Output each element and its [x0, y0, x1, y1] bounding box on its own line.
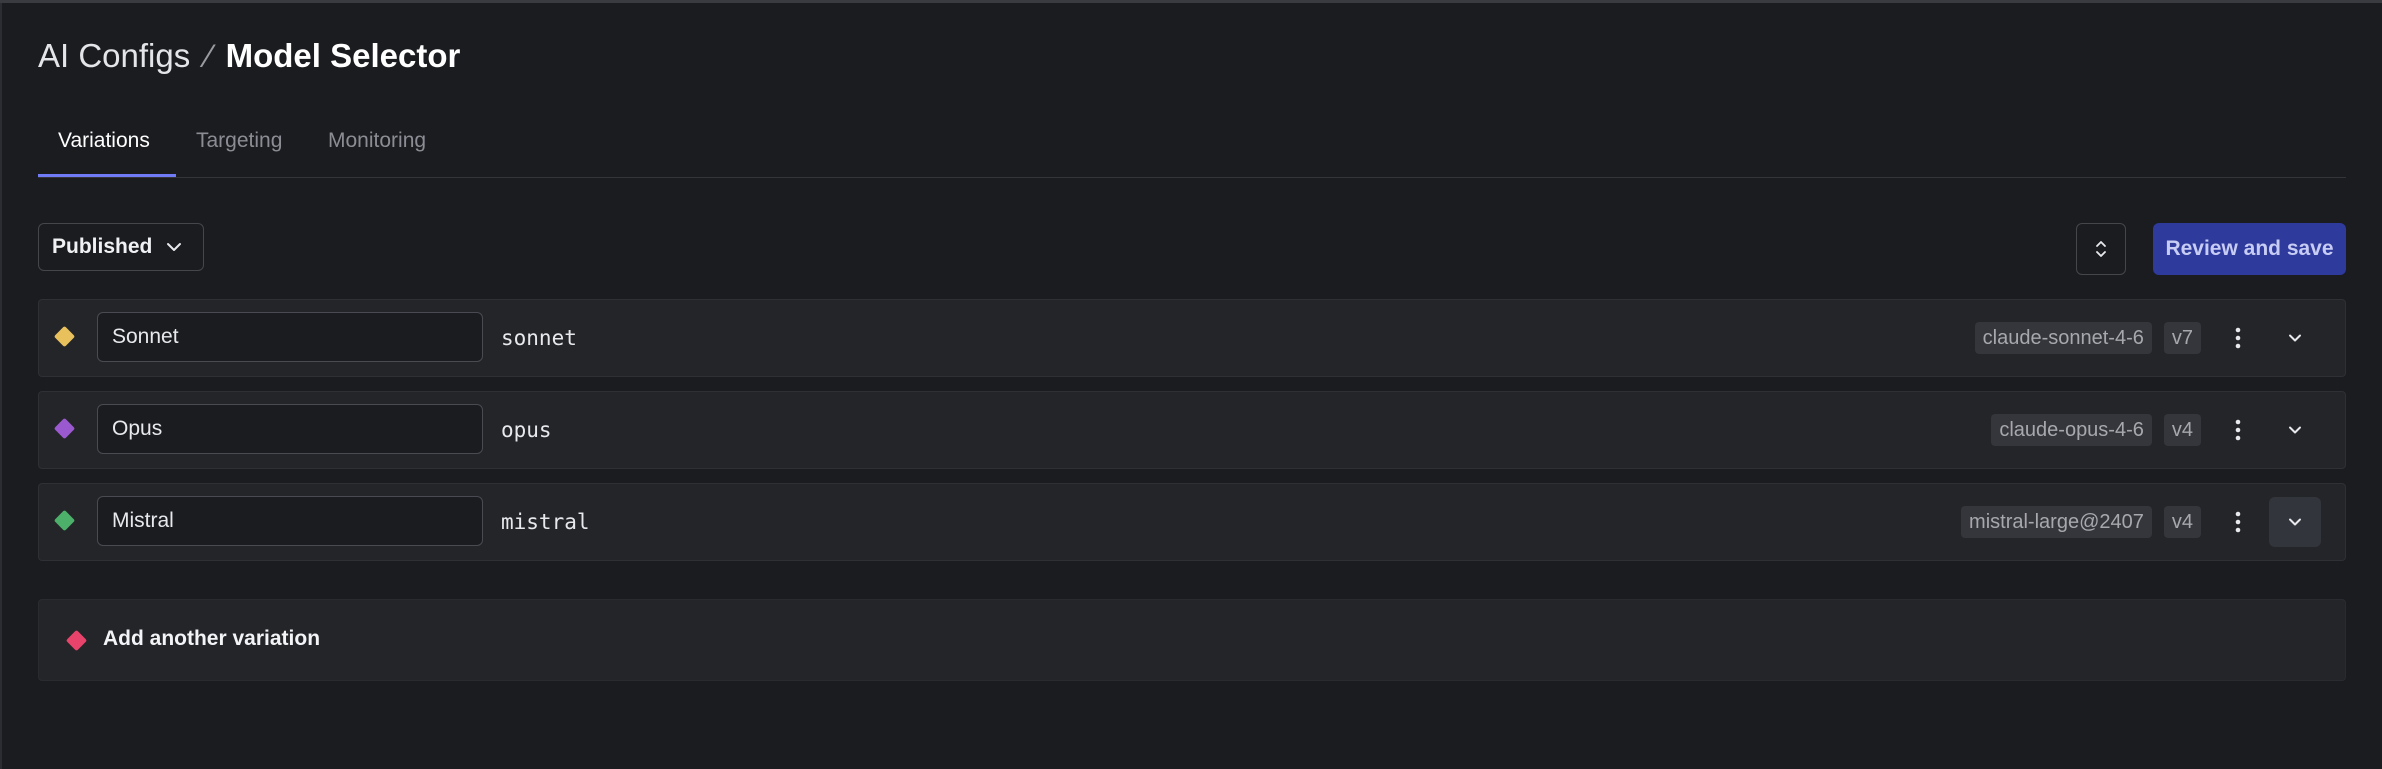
more-options-button[interactable] — [2221, 499, 2255, 545]
tab-bar: Variations Targeting Monitoring — [38, 115, 2346, 178]
variation-row: sonnet claude-sonnet-4-6 v7 — [38, 299, 2346, 377]
variation-row: opus claude-opus-4-6 v4 — [38, 391, 2346, 469]
expand-variation-button[interactable] — [2269, 405, 2321, 455]
expand-variation-button[interactable] — [2269, 313, 2321, 363]
variation-name-input[interactable] — [97, 312, 483, 362]
kebab-menu-icon — [2235, 327, 2241, 349]
variation-key: mistral — [501, 510, 590, 534]
breadcrumb: AI Configs ⁄ Model Selector — [38, 33, 460, 79]
more-options-button[interactable] — [2221, 407, 2255, 453]
variation-key: opus — [501, 418, 552, 442]
chevron-down-icon — [2289, 426, 2301, 434]
variation-color-diamond-icon — [53, 325, 76, 348]
variation-row-actions: claude-sonnet-4-6 v7 — [1974, 300, 2345, 376]
variation-name-input[interactable] — [97, 404, 483, 454]
variation-row: mistral mistral-large@2407 v4 — [38, 483, 2346, 561]
variation-name-input[interactable] — [97, 496, 483, 546]
version-chip: v4 — [2163, 506, 2201, 538]
status-dropdown[interactable]: Published — [38, 223, 204, 271]
version-chip: v4 — [2163, 414, 2201, 446]
chevron-down-icon — [167, 243, 182, 251]
model-chip: claude-sonnet-4-6 — [1974, 322, 2152, 354]
chevron-down-icon — [2289, 518, 2301, 526]
add-variation-diamond-icon — [65, 629, 88, 652]
model-chip: mistral-large@2407 — [1961, 506, 2152, 538]
variation-color-diamond-icon — [53, 417, 76, 440]
add-variation-button[interactable]: Add another variation — [38, 599, 2346, 681]
tab-variations[interactable]: Variations — [38, 129, 176, 177]
breadcrumb-separator: ⁄ — [206, 37, 212, 74]
sort-button[interactable] — [2076, 223, 2126, 275]
variation-key: sonnet — [501, 326, 577, 350]
add-variation-label: Add another variation — [103, 627, 321, 650]
status-dropdown-label: Published — [52, 235, 153, 258]
kebab-menu-icon — [2235, 511, 2241, 533]
variation-color-diamond-icon — [53, 509, 76, 532]
variation-row-actions: claude-opus-4-6 v4 — [1991, 392, 2345, 468]
version-chip: v7 — [2163, 322, 2201, 354]
chevron-up-down-icon — [2096, 241, 2106, 257]
window-edge — [0, 3, 2, 769]
model-chip: claude-opus-4-6 — [1991, 414, 2152, 446]
chevron-down-icon — [2289, 334, 2301, 342]
tab-monitoring[interactable]: Monitoring — [328, 129, 426, 177]
kebab-menu-icon — [2235, 419, 2241, 441]
more-options-button[interactable] — [2221, 315, 2255, 361]
tab-targeting[interactable]: Targeting — [196, 129, 282, 177]
page-title: Model Selector — [225, 37, 461, 74]
review-and-save-button[interactable]: Review and save — [2153, 223, 2346, 275]
variation-row-actions: mistral-large@2407 v4 — [1961, 484, 2345, 560]
breadcrumb-parent-link[interactable]: AI Configs — [38, 37, 190, 75]
expand-variation-button[interactable] — [2269, 497, 2321, 547]
